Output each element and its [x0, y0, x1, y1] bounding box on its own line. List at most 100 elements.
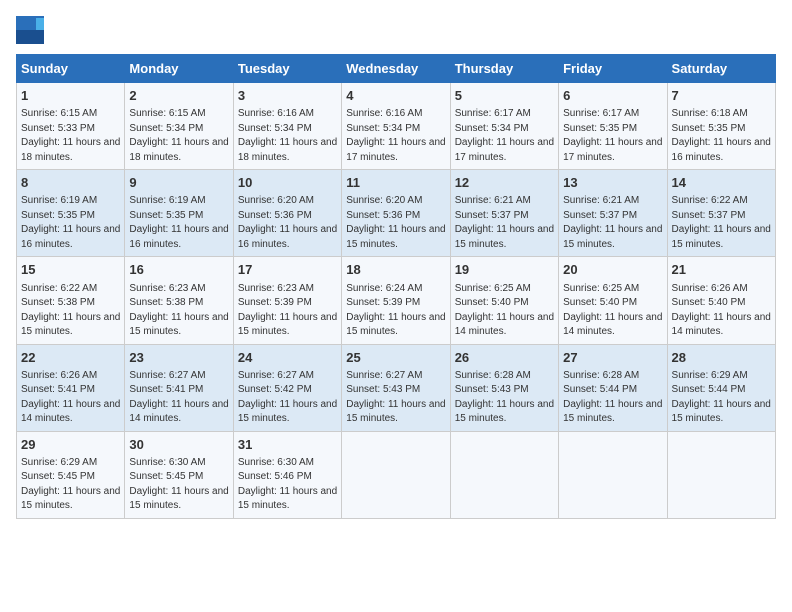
day-number: 11 — [346, 174, 445, 192]
logo — [16, 16, 48, 44]
col-header-wednesday: Wednesday — [342, 55, 450, 83]
day-detail: Sunrise: 6:30 AMSunset: 5:46 PMDaylight:… — [238, 456, 337, 514]
calendar-cell: 9 Sunrise: 6:19 AMSunset: 5:35 PMDaylight… — [125, 170, 233, 257]
day-number: 30 — [129, 436, 228, 454]
calendar-cell: 20 Sunrise: 6:25 AMSunset: 5:40 PMDayligh… — [559, 257, 667, 344]
calendar-cell: 4 Sunrise: 6:16 AMSunset: 5:34 PMDaylight… — [342, 83, 450, 170]
calendar-cell — [342, 431, 450, 518]
col-header-friday: Friday — [559, 55, 667, 83]
day-detail: Sunrise: 6:22 AMSunset: 5:38 PMDaylight:… — [21, 282, 120, 340]
day-number: 2 — [129, 87, 228, 105]
day-number: 27 — [563, 349, 662, 367]
calendar-cell: 25 Sunrise: 6:27 AMSunset: 5:43 PMDayligh… — [342, 344, 450, 431]
calendar-cell — [450, 431, 558, 518]
day-number: 17 — [238, 261, 337, 279]
day-detail: Sunrise: 6:27 AMSunset: 5:43 PMDaylight:… — [346, 369, 445, 427]
calendar-cell: 21Sunrise: 6:26 AMSunset: 5:40 PMDayligh… — [667, 257, 775, 344]
day-number: 24 — [238, 349, 337, 367]
calendar-cell: 7 Sunrise: 6:18 AMSunset: 5:35 PMDaylight… — [667, 83, 775, 170]
day-number: 7 — [672, 87, 771, 105]
calendar-week-row: 8 Sunrise: 6:19 AMSunset: 5:35 PMDaylight… — [17, 170, 776, 257]
day-detail: Sunrise: 6:26 AMSunset: 5:41 PMDaylight:… — [21, 369, 120, 427]
day-number: 26 — [455, 349, 554, 367]
calendar-cell: 1Sunrise: 6:15 AMSunset: 5:33 PMDaylight… — [17, 83, 125, 170]
day-number: 23 — [129, 349, 228, 367]
day-number: 31 — [238, 436, 337, 454]
day-detail: Sunrise: 6:20 AMSunset: 5:36 PMDaylight:… — [346, 194, 445, 252]
calendar-cell: 26 Sunrise: 6:28 AMSunset: 5:43 PMDayligh… — [450, 344, 558, 431]
calendar-cell: 17 Sunrise: 6:23 AMSunset: 5:39 PMDayligh… — [233, 257, 341, 344]
day-detail: Sunrise: 6:21 AMSunset: 5:37 PMDaylight:… — [563, 194, 662, 252]
col-header-monday: Monday — [125, 55, 233, 83]
day-detail: Sunrise: 6:22 AMSunset: 5:37 PMDaylight:… — [672, 194, 771, 252]
calendar-cell: 28 Sunrise: 6:29 AMSunset: 5:44 PMDayligh… — [667, 344, 775, 431]
day-number: 1 — [21, 87, 120, 105]
day-detail: Sunrise: 6:25 AMSunset: 5:40 PMDaylight:… — [563, 282, 662, 340]
day-detail: Sunrise: 6:28 AMSunset: 5:44 PMDaylight:… — [563, 369, 662, 427]
calendar-table: SundayMondayTuesdayWednesdayThursdayFrid… — [16, 54, 776, 519]
calendar-cell: 30Sunrise: 6:30 AMSunset: 5:45 PMDayligh… — [125, 431, 233, 518]
calendar-cell: 12 Sunrise: 6:21 AMSunset: 5:37 PMDayligh… — [450, 170, 558, 257]
day-number: 19 — [455, 261, 554, 279]
day-number: 5 — [455, 87, 554, 105]
calendar-cell: 5 Sunrise: 6:17 AMSunset: 5:34 PMDaylight… — [450, 83, 558, 170]
day-detail: Sunrise: 6:20 AMSunset: 5:36 PMDaylight:… — [238, 194, 337, 252]
calendar-cell: 16 Sunrise: 6:23 AMSunset: 5:38 PMDayligh… — [125, 257, 233, 344]
day-detail: Sunrise: 6:21 AMSunset: 5:37 PMDaylight:… — [455, 194, 554, 252]
calendar-week-row: 15 Sunrise: 6:22 AMSunset: 5:38 PMDayligh… — [17, 257, 776, 344]
calendar-cell: 14Sunrise: 6:22 AMSunset: 5:37 PMDayligh… — [667, 170, 775, 257]
calendar-cell: 15 Sunrise: 6:22 AMSunset: 5:38 PMDayligh… — [17, 257, 125, 344]
calendar-cell: 3 Sunrise: 6:16 AMSunset: 5:34 PMDaylight… — [233, 83, 341, 170]
day-detail: Sunrise: 6:27 AMSunset: 5:42 PMDaylight:… — [238, 369, 337, 427]
day-number: 6 — [563, 87, 662, 105]
day-number: 3 — [238, 87, 337, 105]
day-detail: Sunrise: 6:16 AMSunset: 5:34 PMDaylight:… — [238, 107, 337, 165]
calendar-week-row: 29Sunrise: 6:29 AMSunset: 5:45 PMDayligh… — [17, 431, 776, 518]
day-detail: Sunrise: 6:18 AMSunset: 5:35 PMDaylight:… — [672, 107, 771, 165]
day-detail: Sunrise: 6:28 AMSunset: 5:43 PMDaylight:… — [455, 369, 554, 427]
day-detail: Sunrise: 6:17 AMSunset: 5:34 PMDaylight:… — [455, 107, 554, 165]
calendar-cell: 24 Sunrise: 6:27 AMSunset: 5:42 PMDayligh… — [233, 344, 341, 431]
calendar-cell: 29Sunrise: 6:29 AMSunset: 5:45 PMDayligh… — [17, 431, 125, 518]
day-number: 18 — [346, 261, 445, 279]
col-header-saturday: Saturday — [667, 55, 775, 83]
calendar-week-row: 1Sunrise: 6:15 AMSunset: 5:33 PMDaylight… — [17, 83, 776, 170]
day-number: 4 — [346, 87, 445, 105]
calendar-cell: 6 Sunrise: 6:17 AMSunset: 5:35 PMDaylight… — [559, 83, 667, 170]
calendar-cell: 31 Sunrise: 6:30 AMSunset: 5:46 PMDayligh… — [233, 431, 341, 518]
day-number: 25 — [346, 349, 445, 367]
col-header-thursday: Thursday — [450, 55, 558, 83]
day-number: 16 — [129, 261, 228, 279]
page-header — [16, 16, 776, 44]
logo-icon — [16, 16, 44, 44]
day-detail: Sunrise: 6:17 AMSunset: 5:35 PMDaylight:… — [563, 107, 662, 165]
calendar-cell: 22Sunrise: 6:26 AMSunset: 5:41 PMDayligh… — [17, 344, 125, 431]
calendar-cell: 2Sunrise: 6:15 AMSunset: 5:34 PMDaylight… — [125, 83, 233, 170]
day-number: 20 — [563, 261, 662, 279]
calendar-header-row: SundayMondayTuesdayWednesdayThursdayFrid… — [17, 55, 776, 83]
day-number: 12 — [455, 174, 554, 192]
day-detail: Sunrise: 6:25 AMSunset: 5:40 PMDaylight:… — [455, 282, 554, 340]
day-detail: Sunrise: 6:29 AMSunset: 5:44 PMDaylight:… — [672, 369, 771, 427]
col-header-tuesday: Tuesday — [233, 55, 341, 83]
calendar-cell: 23Sunrise: 6:27 AMSunset: 5:41 PMDayligh… — [125, 344, 233, 431]
day-detail: Sunrise: 6:24 AMSunset: 5:39 PMDaylight:… — [346, 282, 445, 340]
day-detail: Sunrise: 6:23 AMSunset: 5:38 PMDaylight:… — [129, 282, 228, 340]
day-number: 28 — [672, 349, 771, 367]
col-header-sunday: Sunday — [17, 55, 125, 83]
day-detail: Sunrise: 6:29 AMSunset: 5:45 PMDaylight:… — [21, 456, 120, 514]
day-number: 8 — [21, 174, 120, 192]
calendar-cell: 19 Sunrise: 6:25 AMSunset: 5:40 PMDayligh… — [450, 257, 558, 344]
calendar-cell: 8Sunrise: 6:19 AMSunset: 5:35 PMDaylight… — [17, 170, 125, 257]
calendar-cell — [667, 431, 775, 518]
calendar-cell: 18 Sunrise: 6:24 AMSunset: 5:39 PMDayligh… — [342, 257, 450, 344]
day-detail: Sunrise: 6:19 AMSunset: 5:35 PMDaylight:… — [129, 194, 228, 252]
day-number: 9 — [129, 174, 228, 192]
day-detail: Sunrise: 6:16 AMSunset: 5:34 PMDaylight:… — [346, 107, 445, 165]
day-number: 10 — [238, 174, 337, 192]
calendar-cell: 27 Sunrise: 6:28 AMSunset: 5:44 PMDayligh… — [559, 344, 667, 431]
calendar-cell — [559, 431, 667, 518]
day-number: 21 — [672, 261, 771, 279]
day-number: 15 — [21, 261, 120, 279]
day-detail: Sunrise: 6:23 AMSunset: 5:39 PMDaylight:… — [238, 282, 337, 340]
